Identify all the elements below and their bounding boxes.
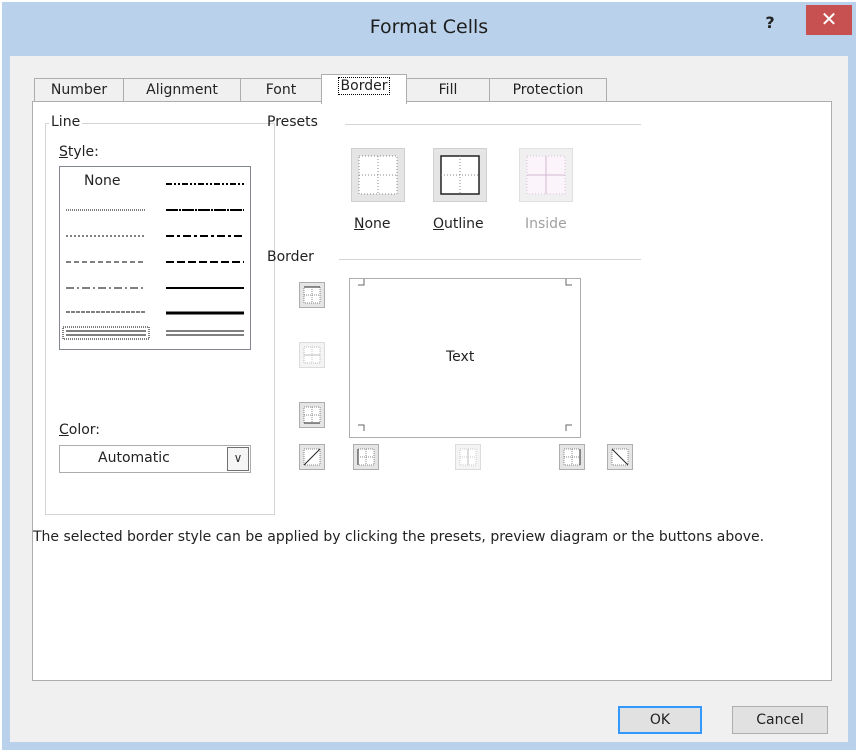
tab-font[interactable]: Font	[240, 78, 322, 102]
preset-outline-mnemonic: O	[433, 216, 445, 232]
border-tab-panel: Line Style: None Color: Automatic ∨ Pres…	[32, 101, 832, 681]
color-label: Color:	[59, 422, 100, 438]
border-right-button[interactable]	[559, 444, 585, 470]
border-left-button[interactable]	[353, 444, 379, 470]
tab-number[interactable]: Number	[34, 78, 124, 102]
cancel-button[interactable]: Cancel	[732, 706, 828, 734]
border-group-label: Border	[267, 249, 314, 265]
color-mnemonic: C	[59, 422, 69, 438]
style-label-rest: tyle:	[67, 144, 99, 160]
tab-fill[interactable]: Fill	[406, 78, 490, 102]
style-label: Style:	[59, 144, 99, 160]
tab-protection-label: Protection	[512, 82, 584, 98]
tab-border-label: Border	[337, 77, 391, 95]
preset-none-button[interactable]	[351, 148, 405, 202]
close-button[interactable]: ✕	[806, 5, 852, 35]
title-bar[interactable]: Format Cells ? ✕	[2, 2, 856, 58]
color-label-rest: olor:	[68, 422, 101, 438]
border-inside-vertical-button[interactable]	[455, 444, 481, 470]
presets-divider	[345, 124, 641, 125]
format-cells-window: Format Cells ? ✕ Number Alignment Font B…	[2, 2, 856, 750]
preset-none-icon	[358, 155, 398, 195]
border-bottom-button[interactable]	[299, 402, 325, 428]
preset-outline-button[interactable]	[433, 148, 487, 202]
border-inside-vertical-icon	[459, 448, 477, 466]
ok-button[interactable]: OK	[618, 706, 702, 734]
tab-alignment-label: Alignment	[146, 82, 218, 98]
border-inside-horizontal-icon	[303, 346, 321, 364]
preset-outline-label: Outline	[433, 216, 484, 232]
tab-number-label: Number	[50, 82, 108, 98]
border-diagonal-down-icon	[611, 448, 629, 466]
color-dropdown[interactable]: Automatic ∨	[59, 445, 251, 473]
dialog-title: Format Cells	[369, 16, 489, 38]
border-diagonal-up-icon	[303, 448, 321, 466]
dialog-client-area: Number Alignment Font Border Fill Protec…	[10, 56, 848, 742]
border-inside-horizontal-button[interactable]	[299, 342, 325, 368]
tab-alignment[interactable]: Alignment	[123, 78, 241, 102]
preset-outline-rest: utline	[444, 216, 484, 232]
preset-inside-button[interactable]	[519, 148, 573, 202]
preset-inside-label: Inside	[525, 216, 567, 232]
border-diagonal-up-button[interactable]	[299, 444, 325, 470]
preset-outline-icon	[440, 155, 480, 195]
tab-border[interactable]: Border	[321, 74, 407, 104]
border-help-text: The selected border style can be applied…	[33, 529, 765, 545]
color-dropdown-value: Automatic	[98, 450, 170, 466]
tab-fill-label: Fill	[438, 82, 458, 98]
chevron-down-icon[interactable]: ∨	[227, 447, 249, 471]
border-diagonal-down-button[interactable]	[607, 444, 633, 470]
tab-font-label: Font	[265, 82, 297, 98]
line-style-list[interactable]: None	[59, 166, 251, 350]
tab-protection[interactable]: Protection	[489, 78, 607, 102]
border-bottom-icon	[303, 406, 321, 424]
border-left-icon	[357, 448, 375, 466]
presets-group-label: Presets	[267, 114, 318, 130]
border-divider	[339, 259, 641, 260]
border-preview[interactable]: Text	[349, 278, 581, 438]
border-top-button[interactable]	[299, 282, 325, 308]
style-mnemonic: S	[59, 144, 68, 160]
help-button[interactable]: ?	[760, 12, 780, 34]
style-selection-focus	[62, 326, 150, 340]
border-top-icon	[303, 286, 321, 304]
preview-text: Text	[446, 349, 475, 365]
border-right-icon	[563, 448, 581, 466]
preset-none-rest: one	[364, 216, 391, 232]
line-style-swatches	[62, 183, 244, 340]
preset-inside-icon	[526, 155, 566, 195]
preset-none-label: None	[354, 216, 391, 232]
line-group-label: Line	[49, 114, 83, 130]
preset-none-mnemonic: N	[354, 216, 365, 232]
